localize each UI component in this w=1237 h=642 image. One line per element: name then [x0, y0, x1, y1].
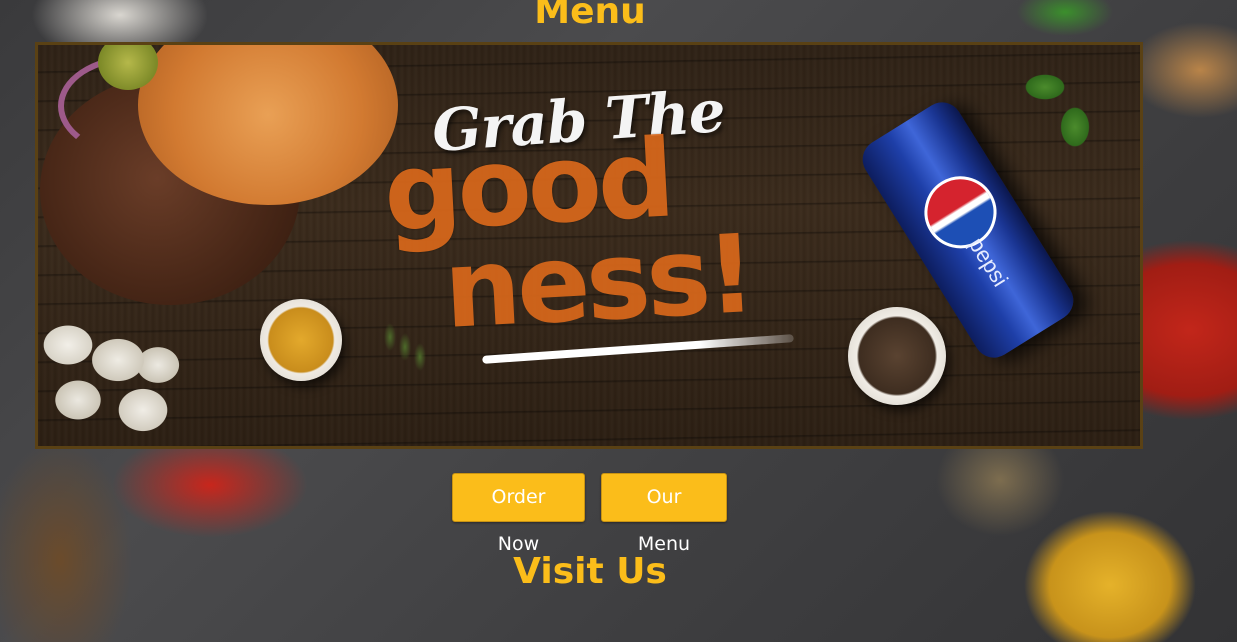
promo-banner-image: Grab The good ness! pepsi [35, 42, 1143, 449]
action-buttons: Order Now Our Menu [452, 473, 727, 555]
mushrooms-graphic [38, 315, 188, 445]
pepsi-logo-icon [910, 162, 1011, 262]
page-background: Menu Grab The good ness! pepsi Order Now… [0, 0, 1237, 642]
our-menu-button[interactable]: Our Menu [601, 473, 727, 555]
mustard-bowl-graphic [260, 299, 342, 381]
can-brand-text: pepsi [964, 233, 1014, 291]
page-title: Menu [534, 0, 646, 32]
order-now-button[interactable]: Order Now [452, 473, 585, 555]
basil-leaf-graphic [1020, 67, 1100, 152]
herb-sprig-graphic [370, 317, 440, 377]
visit-us-heading: Visit Us [513, 551, 667, 592]
banner-big-text-line2: ness! [440, 212, 756, 353]
pepper-bowl-graphic [848, 307, 946, 405]
